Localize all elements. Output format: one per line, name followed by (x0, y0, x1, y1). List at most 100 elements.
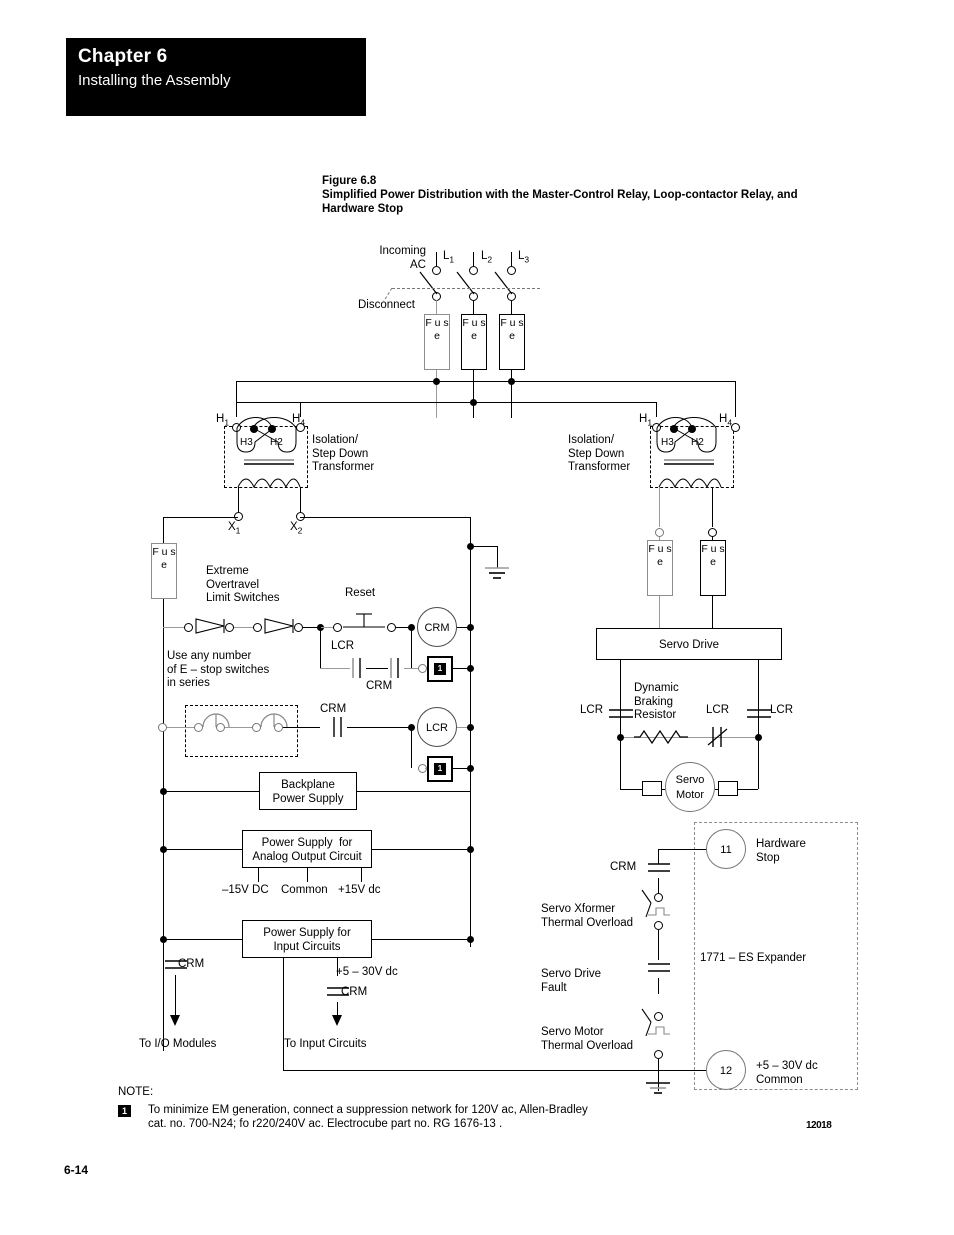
node-bus-lower-l2 (470, 399, 477, 406)
wire-right-sec-left (659, 487, 660, 527)
reset-terminal-right (387, 623, 396, 632)
disconnect-leader (381, 287, 393, 305)
wire-io-drop (175, 975, 176, 1017)
limit-switch-1-right-terminal (225, 623, 234, 632)
estop-note-label: Use any number of E – stop switches in s… (167, 650, 270, 689)
fuse-l1: F u s e (424, 314, 450, 370)
lcr-label-mid: LCR (706, 704, 730, 716)
thermal-overload-motor-icon (641, 1008, 670, 1037)
wire-backplane-in (163, 791, 259, 792)
motor-brush-left (642, 781, 662, 796)
wire-left-h1-feed (236, 381, 237, 417)
transformer-right-secondary-winding (658, 478, 722, 489)
node-analog-right (467, 846, 474, 853)
analog-rail-neg15-label: –15V DC (222, 884, 269, 896)
crm-coil: CRM (417, 607, 457, 647)
node-input-right (467, 936, 474, 943)
wire-input-center-drop (283, 958, 284, 1070)
crm-label-hwstop: CRM (610, 861, 637, 873)
suppression-network-crm: 1 (427, 656, 453, 682)
wire-seal-b (366, 668, 388, 669)
node-bus-upper-l3 (508, 378, 515, 385)
wire-hwstop-b (658, 930, 659, 960)
note-text-line2: cat. no. 700-N24; fo r220/240V ac. Elect… (148, 1118, 503, 1130)
hardware-stop-common-label: +5 – 30V dc Common (756, 1060, 818, 1086)
note-block: NOTE: 1 To minimize EM generation, conne… (118, 1086, 638, 1131)
limit-switch-2-left-terminal (253, 623, 262, 632)
incoming-ac-label: Incoming AC (379, 245, 426, 271)
estop-rail-terminal (158, 723, 167, 732)
servo-drive-fault-contact-icon (648, 963, 670, 972)
ground-icon-hwstop (646, 1082, 670, 1094)
wire-ground-tap (470, 546, 498, 547)
crm-label-io: CRM (178, 958, 205, 970)
wire-ground-drop (497, 546, 498, 568)
node-crm-coil-right (467, 624, 474, 631)
transformer-left-h3-label: H3 (240, 437, 253, 448)
servo-motor-circle: Servo Motor (665, 762, 715, 812)
transformer-left-label: Isolation/ Step Down Transformer (312, 434, 375, 473)
wire-input-in (163, 939, 242, 940)
fuse-control: F u s e (151, 543, 177, 599)
wire-l1-to-fuse (436, 300, 437, 314)
right-vertical-rail (470, 517, 471, 947)
wire-estop-c (283, 727, 320, 728)
left-vertical-rail (163, 627, 164, 1051)
transformer-right-label: Isolation/ Step Down Transformer (568, 434, 631, 473)
wire-l3-to-fuse (511, 300, 512, 314)
fault-label-xformer: Servo Xformer Thermal Overload (541, 903, 634, 929)
wire-lcr-branch-v (411, 727, 412, 768)
drawing-id: 12018 (806, 1120, 832, 1131)
wire-drive-out-right (758, 660, 759, 742)
disconnect-linkage (392, 288, 540, 290)
expander-label: 1771 – ES Expander (700, 952, 807, 964)
lcr-label-right: LCR (770, 704, 794, 716)
wire-motor-right-v (758, 737, 759, 789)
wire-left-h4-jog (236, 402, 300, 403)
input-power-supply-box: Power Supply for Input Circuits (242, 920, 372, 958)
to-input-arrow-icon (332, 1015, 342, 1026)
wire-seal-drop (320, 627, 321, 668)
resistor-icon (634, 729, 688, 745)
wire-terminal11-in (658, 849, 706, 850)
wire-input-out (372, 939, 470, 940)
estop-1-right-terminal (216, 723, 225, 732)
note-text-line1: To minimize EM generation, connect a sup… (148, 1104, 588, 1116)
wire-hwstop-c (658, 978, 659, 994)
crm-label-input: CRM (341, 986, 368, 998)
node-lcr-coil-right (467, 724, 474, 731)
wire-fuse-a-to-drive (659, 596, 660, 628)
limit-switches-label: Extreme Overtravel Limit Switches (206, 565, 280, 604)
motor-brush-right (718, 781, 738, 796)
suppressor-crm-terminal (418, 664, 427, 673)
wire-right-h4-feed (735, 381, 736, 417)
node-suppressor-crm-right (467, 665, 474, 672)
lcr-nc-contact-icon (707, 727, 728, 747)
wire-estop-a (167, 727, 197, 728)
fuse-l2: F u s e (461, 314, 487, 370)
wire-analog-neg15 (258, 868, 259, 882)
node-bus-upper-l1 (433, 378, 440, 385)
page: Chapter 6 Installing the Assembly Figure… (0, 0, 954, 1235)
transformer-left-secondary-winding (237, 478, 301, 489)
bus-upper (236, 381, 736, 382)
analog-power-supply-box: Power Supply for Analog Output Circuit (242, 830, 372, 868)
suppression-network-lcr: 1 (427, 756, 453, 782)
disconnect-switch-blades (419, 271, 513, 295)
wire-seal-a (320, 668, 350, 669)
transformer-left-h2-label: H2 (270, 437, 283, 448)
to-input-circuits-label: To Input Circuits (284, 1038, 367, 1050)
transformer-left-x2-label: X2 (290, 521, 303, 536)
limit-switch-1-left-terminal (184, 623, 193, 632)
wire-analog-common (307, 868, 308, 882)
fault-motor-terminal-bottom (654, 1050, 663, 1059)
suppression-marker-crm: 1 (434, 663, 446, 675)
wire-x1-rail (163, 517, 238, 518)
terminal-right-sec-left (655, 528, 664, 537)
input-rail-label: +5 – 30V dc (336, 966, 398, 978)
wire-fuse-to-l1rail (163, 599, 164, 627)
note-marker: 1 (118, 1105, 131, 1117)
transformer-left-x1-label: X1 (228, 521, 241, 536)
wire-backplane-out (357, 791, 470, 792)
page-number: 6-14 (64, 1163, 89, 1177)
